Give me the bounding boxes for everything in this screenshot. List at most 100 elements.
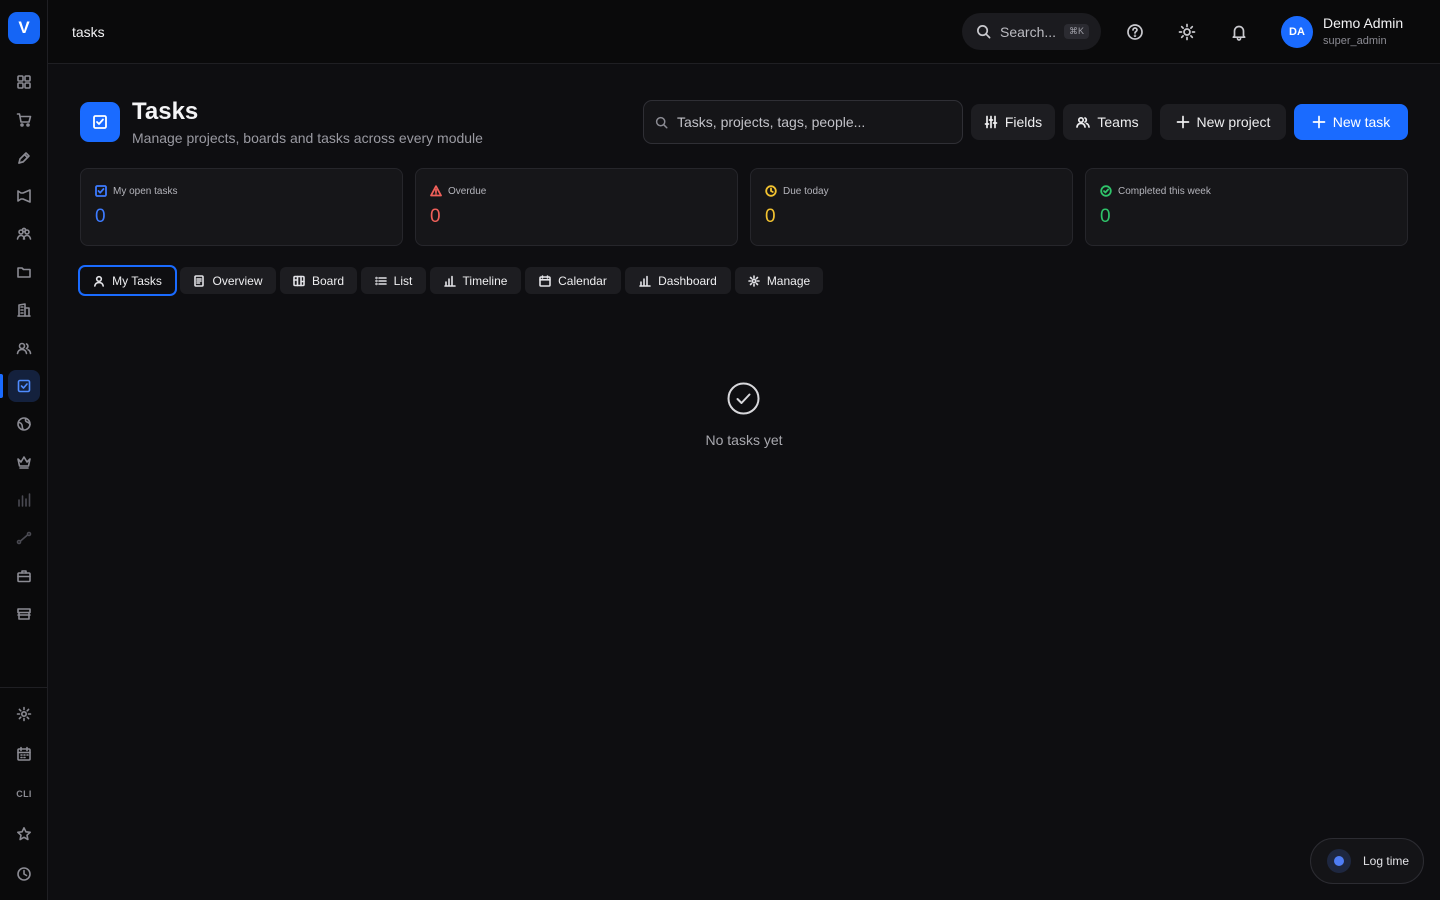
- tab-overview[interactable]: Overview: [180, 267, 276, 294]
- nav-cart-icon[interactable]: [8, 104, 40, 136]
- tab-label: Calendar: [558, 273, 607, 288]
- tasks-search[interactable]: [643, 100, 963, 144]
- board-icon: [293, 275, 305, 286]
- gear-icon: [748, 274, 760, 287]
- nav-cli[interactable]: CLI: [8, 778, 40, 810]
- nav-settings-gear-icon[interactable]: [8, 698, 40, 730]
- warning-triangle-icon: [430, 185, 442, 197]
- nav-users-icon[interactable]: [8, 332, 40, 364]
- calendar-icon: [539, 274, 551, 287]
- stat-card-label-row: Due today: [765, 185, 829, 197]
- new-task-button[interactable]: New task: [1294, 104, 1408, 140]
- timer-icon: [1327, 849, 1351, 873]
- tab-my-tasks[interactable]: My Tasks: [78, 265, 177, 296]
- stat-value: 0: [430, 206, 441, 227]
- theme-sun-icon[interactable]: [1175, 20, 1199, 44]
- new-project-button[interactable]: New project: [1160, 104, 1286, 140]
- tab-board[interactable]: Board: [280, 267, 357, 294]
- nav-dashboard-grid-icon[interactable]: [8, 66, 40, 98]
- tab-manage[interactable]: Manage: [735, 267, 823, 294]
- breadcrumb[interactable]: tasks: [72, 24, 105, 40]
- nav-tasks-icon[interactable]: [8, 370, 40, 402]
- new-task-button-label: New task: [1332, 114, 1391, 130]
- nav-chart-icon[interactable]: [8, 484, 40, 516]
- teams-button[interactable]: Teams: [1063, 104, 1152, 140]
- stat-value: 0: [1100, 206, 1111, 227]
- plus-icon: [1176, 115, 1189, 129]
- stat-value: 0: [95, 206, 106, 227]
- sidebar-divider: [0, 687, 47, 688]
- nav-route-icon[interactable]: [8, 522, 40, 554]
- bell-icon[interactable]: [1227, 20, 1251, 44]
- nav-briefcase-icon[interactable]: [8, 560, 40, 592]
- user-role: super_admin: [1323, 35, 1387, 47]
- active-indicator: [0, 374, 3, 398]
- stat-card-label-row: Overdue: [430, 185, 486, 197]
- checkbox-icon: [95, 185, 107, 197]
- nav-calendar-icon[interactable]: [8, 738, 40, 770]
- stat-label: Due today: [783, 185, 829, 197]
- stat-label: My open tasks: [113, 185, 178, 197]
- nav-folder-icon[interactable]: [8, 256, 40, 288]
- tab-dashboard[interactable]: Dashboard: [625, 267, 731, 294]
- tab-label: Manage: [766, 273, 811, 288]
- empty-state-text: No tasks yet: [705, 432, 783, 448]
- check-circle-icon: [727, 382, 760, 415]
- tab-label: Overview: [212, 273, 263, 288]
- stat-value: 0: [765, 206, 776, 227]
- cli-label: CLI: [16, 789, 32, 799]
- nav-clock-icon[interactable]: [8, 858, 40, 890]
- tasks-page-icon: [80, 102, 120, 142]
- fields-button-label: Fields: [1004, 114, 1043, 130]
- tab-list[interactable]: List: [361, 267, 426, 294]
- stat-label: Completed this week: [1118, 185, 1211, 197]
- nav-star-icon[interactable]: [8, 818, 40, 850]
- fields-button[interactable]: Fields: [971, 104, 1055, 140]
- sliders-icon: [984, 115, 998, 129]
- nav-building-icon[interactable]: [8, 294, 40, 326]
- nav-globe-icon[interactable]: [8, 408, 40, 440]
- tab-calendar[interactable]: Calendar: [525, 267, 621, 294]
- stat-card-due-today[interactable]: Due today 0: [750, 168, 1073, 246]
- tab-timeline[interactable]: Timeline: [430, 267, 521, 294]
- topbar: tasks Search... ⌘K DA Demo Admin super_a…: [48, 0, 1440, 64]
- bar-chart-icon: [639, 275, 651, 287]
- stat-card-overdue[interactable]: Overdue 0: [415, 168, 738, 246]
- teams-button-label: Teams: [1097, 114, 1139, 130]
- log-time-button[interactable]: Log time: [1310, 838, 1424, 884]
- new-project-button-label: New project: [1196, 114, 1271, 130]
- stat-card-label-row: My open tasks: [95, 185, 177, 197]
- nav-crown-icon[interactable]: [8, 446, 40, 478]
- user-icon: [94, 275, 105, 287]
- stat-card-label-row: Completed this week: [1100, 185, 1211, 197]
- plus-icon: [1312, 115, 1326, 129]
- search-shortcut: ⌘K: [1064, 24, 1090, 39]
- log-time-label: Log time: [1363, 854, 1410, 868]
- users-icon: [1076, 116, 1091, 128]
- user-name[interactable]: Demo Admin: [1323, 15, 1403, 31]
- stat-label: Overdue: [448, 185, 487, 197]
- clock-icon: [765, 185, 777, 197]
- tab-label: List: [393, 273, 413, 288]
- help-icon[interactable]: [1123, 20, 1147, 44]
- page-title: Tasks: [132, 98, 199, 125]
- tab-label: Board: [311, 273, 345, 288]
- tab-label: Dashboard: [658, 273, 717, 288]
- nav-pen-icon[interactable]: [8, 142, 40, 174]
- avatar[interactable]: DA: [1281, 16, 1313, 48]
- stat-card-completed-week[interactable]: Completed this week 0: [1085, 168, 1408, 246]
- bar-chart-icon: [443, 275, 456, 287]
- stat-card-open-tasks[interactable]: My open tasks 0: [80, 168, 403, 246]
- nav-people-icon[interactable]: [8, 218, 40, 250]
- tasks-search-input[interactable]: [677, 114, 947, 130]
- nav-megaphone-icon[interactable]: [8, 180, 40, 212]
- tab-label: Timeline: [462, 273, 508, 288]
- global-search-placeholder: Search...: [1000, 23, 1057, 40]
- sidebar: V CLI: [0, 0, 48, 900]
- nav-store-icon[interactable]: [8, 598, 40, 630]
- search-icon: [655, 116, 668, 129]
- app-logo[interactable]: V: [8, 12, 40, 44]
- search-icon: [977, 25, 991, 39]
- global-search[interactable]: Search... ⌘K: [962, 13, 1101, 50]
- list-icon: [374, 276, 387, 285]
